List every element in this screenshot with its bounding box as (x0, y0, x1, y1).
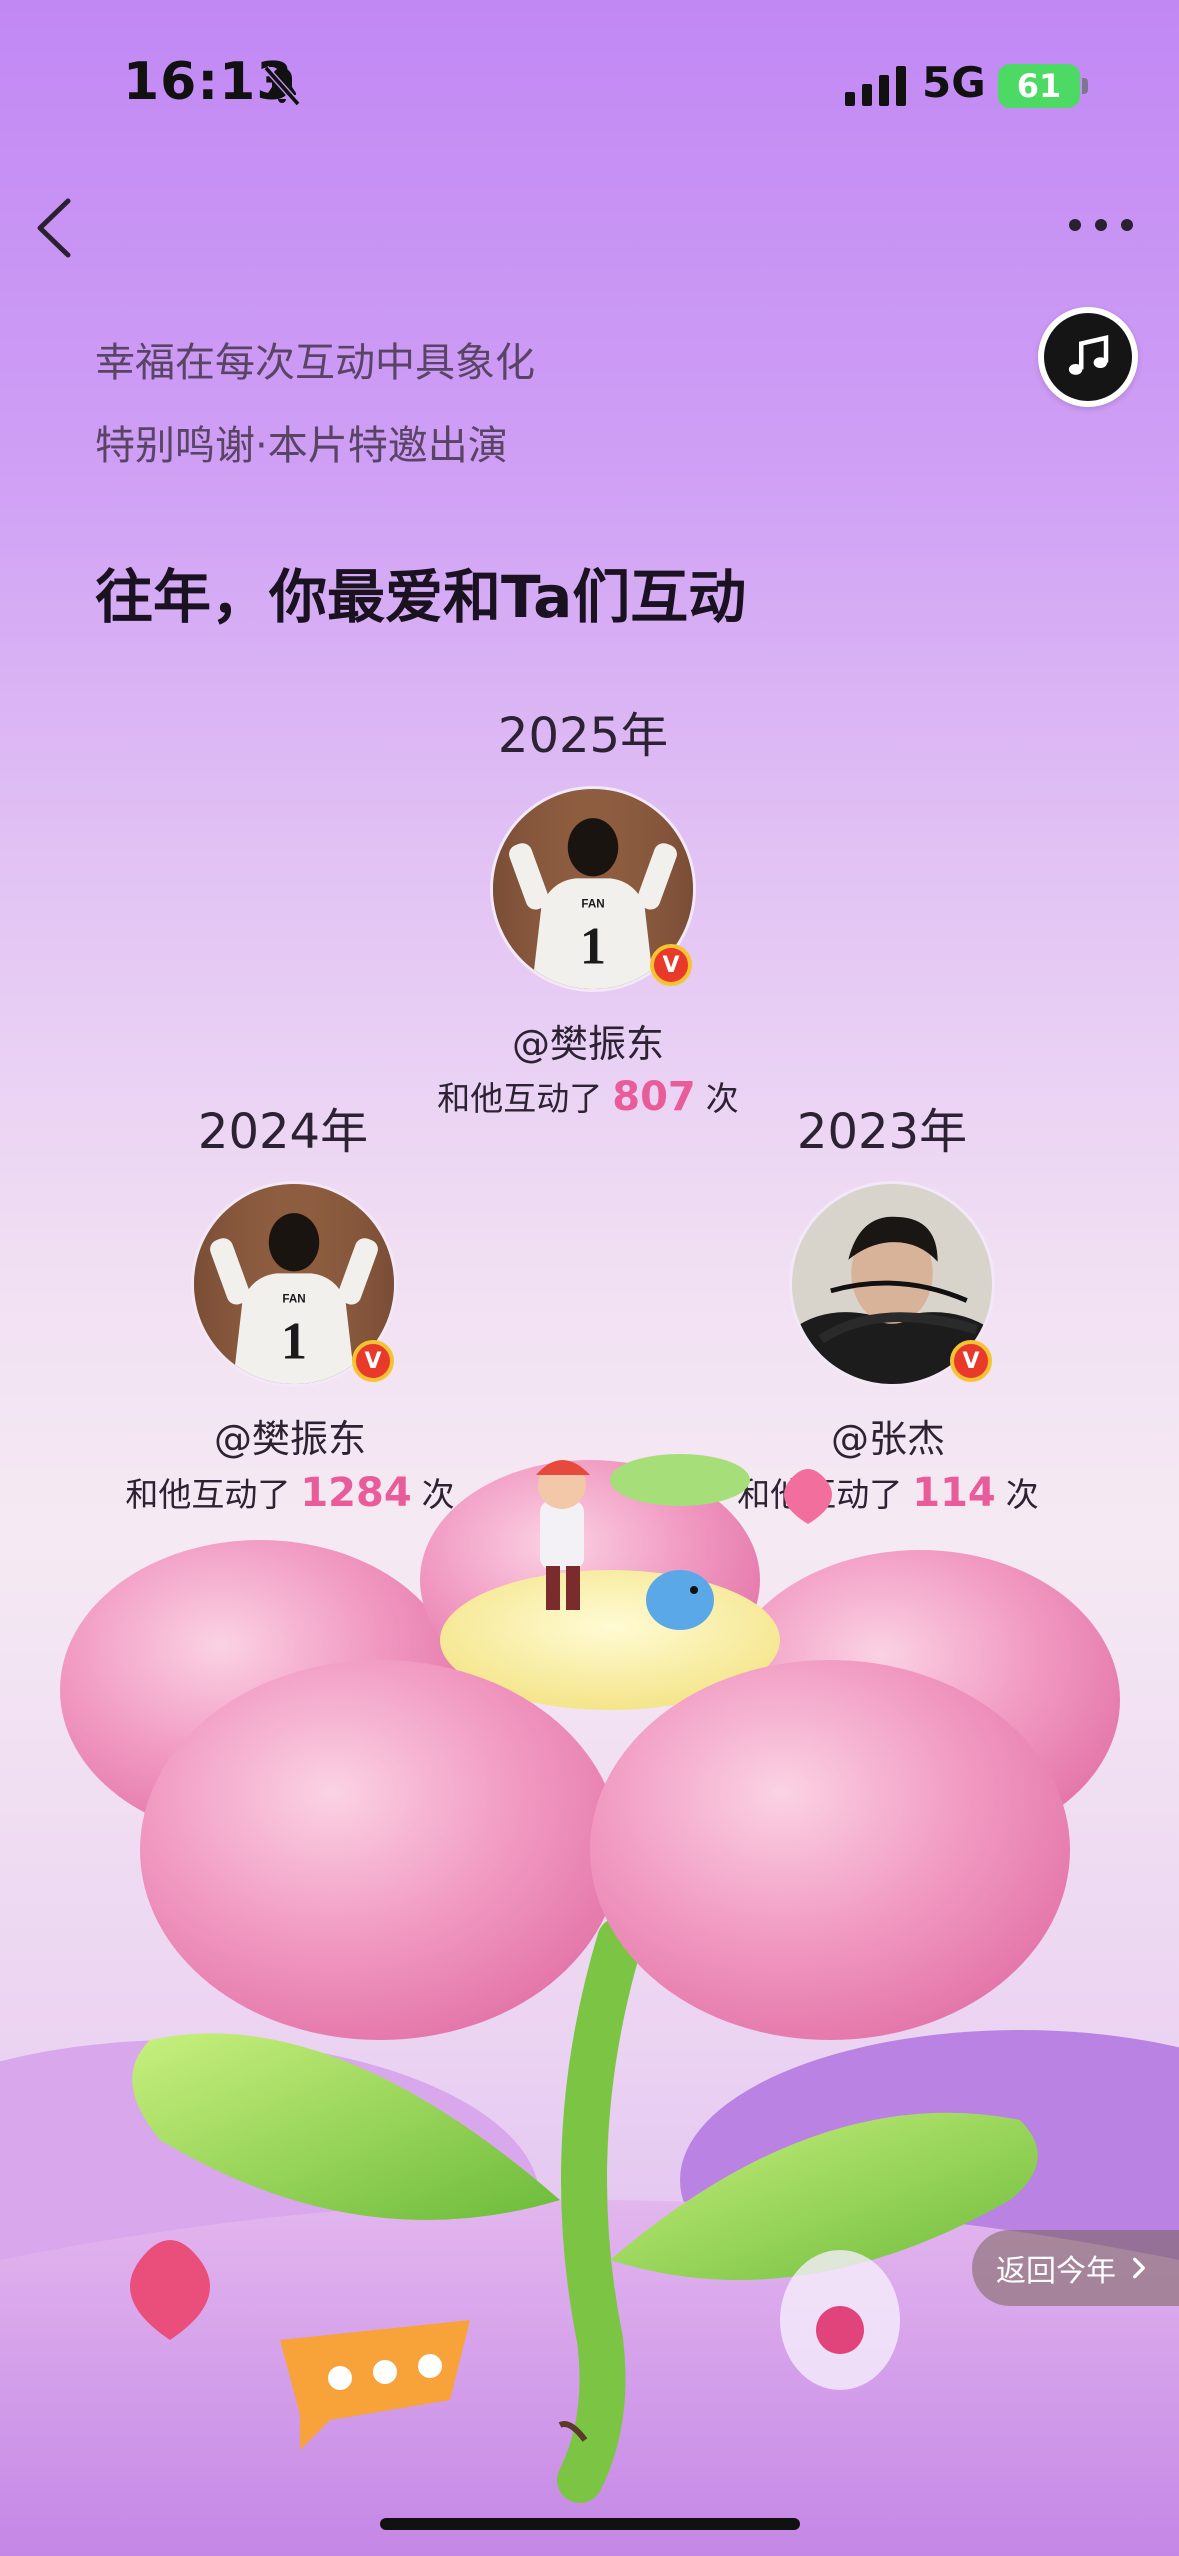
chevron-right-icon (1133, 2257, 1145, 2279)
year-label-2024: 2024年 (197, 1104, 369, 1160)
battery-cap (1082, 78, 1088, 94)
handle-2025[interactable]: @樊振东 (388, 1013, 788, 1068)
home-indicator[interactable] (380, 2518, 800, 2530)
subtitle-credits: 特别鸣谢·本片特邀出演 (95, 423, 508, 469)
page-title: 往年，你最爱和Ta们互动 (95, 563, 747, 631)
count-2025: 807 (612, 1074, 696, 1120)
network-type: 5G (922, 58, 986, 107)
bell-slash-icon (263, 65, 301, 107)
subtitle-happiness: 幸福在每次互动中具象化 (95, 340, 535, 386)
verified-badge: V (950, 1340, 992, 1382)
jersey-name: FAN (581, 897, 604, 910)
jersey-number: 1 (281, 1313, 307, 1371)
return-label: 返回今年 (996, 2254, 1116, 2289)
battery-level: 61 (1016, 67, 1062, 105)
music-note-icon (1068, 335, 1109, 375)
jersey-name: FAN (282, 1292, 305, 1305)
verified-badge: V (352, 1340, 394, 1382)
battery-indicator: 61 (998, 64, 1080, 108)
flower-illustration (0, 1454, 1179, 2556)
year-label-2025: 2025年 (497, 708, 669, 764)
verified-badge: V (650, 944, 692, 986)
back-icon[interactable] (30, 195, 80, 261)
return-this-year-button[interactable]: 返回今年 (972, 2230, 1179, 2306)
signal-icon (845, 66, 906, 106)
screen: { "status_bar": { "time": "16:13", "netw… (0, 0, 1179, 2556)
count-prefix: 和他互动了 (437, 1079, 603, 1118)
more-icon[interactable] (1066, 212, 1136, 238)
year-label-2023: 2023年 (796, 1104, 968, 1160)
music-button[interactable] (1038, 307, 1138, 407)
jersey-number: 1 (580, 918, 606, 976)
